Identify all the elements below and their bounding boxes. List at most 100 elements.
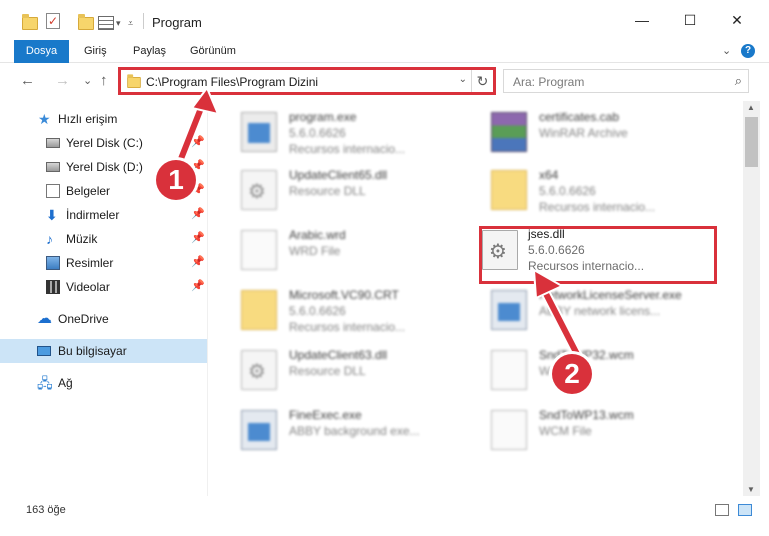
disk-icon [46,138,60,148]
sidebar-item-pictures[interactable]: Resimler 📌 [0,251,207,275]
sidebar-item-network[interactable]: 🖧 Ağ [0,371,207,395]
new-folder-icon[interactable] [78,12,94,34]
up-button[interactable]: ↑ [100,72,108,89]
sidebar-item-label: Yerel Disk (C:) [66,136,143,150]
file-tile[interactable]: x64 5.6.0.6626 Recursos internacio... [466,164,706,222]
search-icon[interactable]: ⌕ [735,73,742,89]
file-tile[interactable]: SndToWP13.wcm WCM File [466,404,706,462]
recent-locations-button[interactable]: ⌄ [83,74,92,87]
file-icon [491,350,527,390]
file-detail: Recursos internacio... [539,200,656,214]
window-icon [241,410,277,450]
file-name: SndToWP13.wcm [539,408,634,422]
sidebar-item-label: Yerel Disk (D:) [66,160,143,174]
file-list: program.exe 5.6.0.6626 Recursos internac… [208,101,743,496]
music-icon: ♪ [46,231,53,247]
vertical-scrollbar[interactable]: ▲ ▼ [743,101,760,496]
file-name: x64 [539,168,559,182]
sidebar-item-label: Müzik [66,232,98,246]
properties-icon[interactable] [98,12,114,34]
file-name: Arabic.wrd [289,228,346,242]
title-divider [143,13,144,29]
tab-home[interactable]: Giriş [84,40,107,63]
arrow-to-file-icon [532,268,584,363]
status-bar: 163 öğe [0,496,769,526]
search-placeholder: Ara: Program [513,75,585,89]
file-detail: 5.6.0.6626 [539,184,596,198]
file-tile[interactable]: certificates.cab WinRAR Archive [466,106,706,164]
rar-icon [491,112,527,152]
video-icon [46,280,60,294]
tab-view[interactable]: Görünüm [190,40,236,63]
scroll-up-icon[interactable]: ▲ [747,103,755,112]
tab-file[interactable]: Dosya [14,40,69,63]
file-name: program.exe [289,110,357,124]
sidebar-item-label: Belgeler [66,184,111,198]
sidebar-item-label: Bu bilgisayar [58,344,127,358]
qa-dropdown-icon[interactable]: ▾ [116,12,121,34]
ribbon-expand-icon[interactable]: ⌄ [722,44,731,57]
scroll-thumb[interactable] [745,117,758,167]
callout-2: 2 [552,354,592,394]
window-title: Program [152,15,202,30]
pin-icon[interactable]: 📌 [191,207,205,220]
file-detail: Resource DLL [289,364,366,378]
file-tile[interactable]: UpdateClient65.dll Resource DLL [216,164,456,222]
forward-button[interactable]: → [55,72,70,89]
file-tile[interactable]: FineExec.exe ABBY background exe... [216,404,456,462]
customize-toolbar-icon[interactable]: ⩡ [128,12,133,34]
maximize-button[interactable]: ☐ [676,8,704,32]
sidebar-item-downloads[interactable]: ⬇ İndirmeler 📌 [0,203,207,227]
folder-icon [491,170,527,210]
pin-icon[interactable]: 📌 [191,279,205,292]
file-detail: 5.6.0.6626 [289,304,346,318]
ribbon: Dosya Giriş Paylaş Görünüm ⌄ ? [0,40,769,63]
search-box[interactable]: Ara: Program ⌕ [503,69,749,93]
navigation-bar: ← → ⌄ ↑ C:\Program Files\Program Dizini … [0,63,769,101]
file-detail: WRD File [289,244,341,258]
pictures-icon [46,256,60,270]
sidebar-item-music[interactable]: ♪ Müzik 📌 [0,227,207,251]
details-view-icon[interactable] [715,504,729,516]
title-bar: ✓ ▾ ⩡ Program — ☐ ✕ [0,0,769,40]
file-name: Microsoft.VC90.CRT [289,288,399,302]
pin-icon[interactable]: 📌 [191,231,205,244]
minimize-button[interactable]: — [628,8,656,32]
network-icon: 🖧 [37,375,53,391]
file-detail: WinRAR Archive [539,126,628,140]
disk-icon [46,162,60,172]
sidebar-item-label: İndirmeler [66,208,120,222]
scroll-down-icon[interactable]: ▼ [747,485,755,494]
exe-icon [241,112,277,152]
file-name: UpdateClient65.dll [289,168,388,182]
close-button[interactable]: ✕ [723,8,751,32]
file-detail: 5.6.0.6626 [289,126,346,140]
back-button[interactable]: ← [20,72,35,89]
tab-share[interactable]: Paylaş [133,40,166,63]
sidebar-item-onedrive[interactable]: ☁ OneDrive [0,307,207,331]
dll-icon [241,350,277,390]
tiles-view-icon[interactable] [738,504,752,516]
document-icon [46,184,60,198]
help-icon[interactable]: ? [741,44,755,58]
window-icon [491,290,527,330]
sidebar-item-label: Ağ [58,376,73,390]
pin-icon[interactable]: 📌 [191,255,205,268]
file-detail: WCM File [539,424,592,438]
explorer-window: ✓ ▾ ⩡ Program — ☐ ✕ Dosya Giriş Paylaş G… [0,0,769,536]
sidebar-item-label: Hızlı erişim [58,112,118,126]
sidebar-item-label: Resimler [66,256,114,270]
file-tile[interactable]: program.exe 5.6.0.6626 Recursos internac… [216,106,456,164]
properties-check-icon[interactable]: ✓ [46,10,60,32]
download-icon: ⬇ [46,207,58,223]
file-detail: ABBY background exe... [289,424,420,438]
sidebar-item-videos[interactable]: Videolar 📌 [0,275,207,299]
file-tile[interactable]: Arabic.wrd WRD File [216,224,456,282]
folder-icon [241,290,277,330]
file-icon [491,410,527,450]
file-tile[interactable]: UpdateClient63.dll Resource DLL [216,344,456,402]
sidebar-item-this-pc[interactable]: Bu bilgisayar [0,339,207,363]
file-icon [241,230,277,270]
sidebar-item-label: Videolar [66,280,110,294]
file-tile[interactable]: Microsoft.VC90.CRT 5.6.0.6626 Recursos i… [216,284,456,342]
